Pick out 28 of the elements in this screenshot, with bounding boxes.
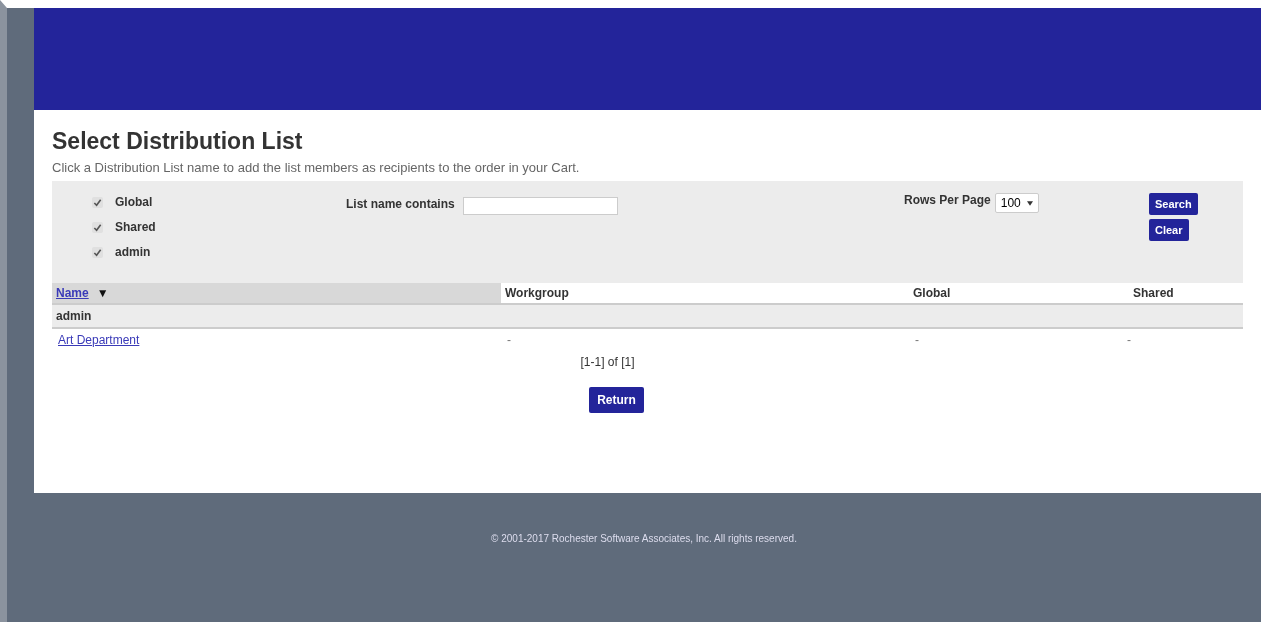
checkbox-label: Shared [115, 220, 156, 234]
list-name-link[interactable]: Art Department [58, 333, 140, 347]
clear-button[interactable]: Clear [1149, 219, 1189, 241]
checkbox[interactable] [92, 246, 103, 258]
column-header-link[interactable]: Name [56, 286, 89, 300]
table-cell: - [507, 333, 511, 347]
search-field[interactable] [462, 197, 618, 215]
return-button[interactable]: Return [589, 387, 644, 413]
column-header: Workgroup [505, 286, 569, 300]
checkbox[interactable] [92, 196, 103, 208]
checkbox-label: Global [115, 195, 153, 209]
checkbox[interactable] [92, 221, 103, 233]
table-cell: - [1127, 333, 1131, 347]
page-title: Select Distribution List [52, 128, 304, 155]
group-label: admin [56, 309, 92, 323]
search-button[interactable]: Search [1149, 193, 1198, 215]
column-header: Shared [1133, 286, 1174, 300]
rows-per-page-dropdown[interactable]: 100 [994, 193, 1039, 213]
sort-indicator: ▼ [96, 286, 109, 300]
table-cell: - [915, 333, 919, 347]
pagination-text: [1-1] of [1] [579, 355, 636, 369]
page-description: Click a Distribution List name to add the list members as recipients to the order in your Cart. [52, 160, 581, 175]
copyright-text: © 2001-2017 Rochester Software Associates, Inc. All rights reserved. [491, 533, 797, 544]
search-label: List name contains [346, 197, 455, 211]
rows-per-page-label: Rows Per Page [904, 193, 991, 207]
caret-icon [1026, 200, 1033, 206]
checkbox-label: admin [115, 245, 151, 259]
column-header: Global [913, 286, 951, 300]
